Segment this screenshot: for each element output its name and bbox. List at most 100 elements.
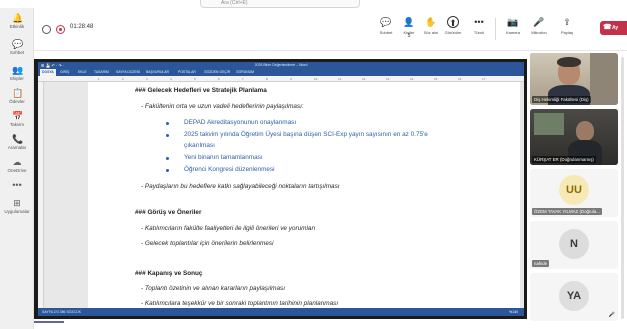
rail-item-label: Takvim [9, 122, 24, 127]
more-actions-button[interactable]: ••• Tümü [468, 16, 490, 35]
ruler-tick: 16 [458, 77, 462, 81]
tab-home[interactable]: GİRİŞ [60, 69, 69, 76]
ruler-tick: 9 [290, 77, 292, 81]
tab-design[interactable]: TASARIM [94, 69, 109, 76]
participant-name: nahide [532, 260, 550, 267]
paragraph: - Katılımcıların fakülte faaliyetleri il… [141, 225, 316, 232]
toolbar-divider [495, 18, 496, 40]
list-item: 2025 takvim yılında Öğretim Üyesi başına… [184, 131, 428, 138]
rail-item-calls[interactable]: 📞 Aramalar [0, 134, 34, 150]
ruler-tick: 1 [98, 77, 100, 81]
video-background [534, 113, 564, 135]
section-heading: ### Gelecek Hedefleri ve Stratejik Planl… [135, 87, 267, 94]
hand-icon: ✋ [425, 17, 437, 27]
activity-icon: 🔔 [12, 13, 24, 23]
list-item-continuation: çıkarılması [184, 142, 215, 149]
participant-tile[interactable]: UU ÖZEM TAVAK YILMAZ (Doğrula... [530, 169, 618, 217]
rail-item-label: Aramalar [7, 145, 27, 150]
ruler-tick: 2 [122, 77, 124, 81]
leave-button-label: Ay [612, 25, 619, 31]
tab-file[interactable]: DOSYA [40, 69, 56, 76]
word-document-title: 2025 Birim Değerlendirme – Word [254, 63, 308, 67]
chat-icon: 💬 [380, 17, 392, 27]
rail-item-label: Ödevler [9, 99, 25, 104]
paragraph: - Gelecek toplantılar için önerilerin be… [141, 240, 274, 247]
rail-item-chat[interactable]: 💬 Sohbet [0, 39, 34, 55]
rail-item-label: Ekipler [10, 76, 24, 81]
zoom-level[interactable]: %140 [509, 308, 518, 316]
participant-tile[interactable]: KÜRŞAT ER (Doğrulanmamış) [530, 109, 618, 165]
ruler-tick: 4 [170, 77, 172, 81]
tab-references[interactable]: BAŞVURULAR [146, 69, 169, 76]
assignments-icon: 📋 [12, 88, 24, 98]
participant-name: ÖZEM TAVAK YILMAZ (Doğrula... [532, 208, 602, 215]
ruler-tick: 8 [266, 77, 268, 81]
tiles-scrollbar[interactable] [621, 57, 624, 319]
avatar: UU [559, 175, 589, 205]
leave-button[interactable]: Ay [600, 21, 627, 35]
search-input[interactable]: Ara (Ctrl+E) [221, 0, 248, 6]
tab-insert[interactable]: EKLE [78, 69, 87, 76]
document-page[interactable]: ### Gelecek Hedefleri ve Stratejik Planl… [88, 82, 520, 308]
calendar-icon: 📅 [12, 111, 24, 121]
meeting-timer: 01:28:48 [70, 24, 94, 30]
chat-button[interactable]: 💬 Sohbet [375, 16, 397, 35]
chat-icon: 💬 [12, 39, 24, 49]
microphone-button[interactable]: 🎤 Mikrofon [528, 16, 550, 35]
tab-review[interactable]: GÖZDEN GEÇİR [204, 69, 230, 76]
word-status-text: SAYFA 2/3 386 SÖZCÜK [42, 310, 82, 314]
search-bar[interactable]: Ara (Ctrl+E) [200, 0, 360, 8]
paragraph: - Katılımcılara teşekkür ve bir sonraki … [141, 300, 339, 307]
rail-item-teams[interactable]: 👥 Ekipler [0, 65, 34, 81]
participant-tile[interactable]: YA 🎤 [530, 273, 618, 321]
more-icon: ••• [12, 180, 22, 190]
bullet-icon [166, 122, 169, 125]
participant-name: Diş Hekimliği Fakültesi (Diş) [532, 96, 591, 103]
section-heading: ### Kapanış ve Sonuç [135, 270, 203, 277]
ruler-tick: 17 [482, 77, 486, 81]
rail-item-more[interactable]: ••• [0, 180, 34, 191]
onedrive-icon: ☁ [12, 157, 22, 167]
teams-icon: 👥 [12, 65, 24, 75]
more-icon: ••• [474, 17, 484, 27]
ruler-tick: 11 [338, 77, 342, 81]
share-screen-icon: ⇪ [563, 17, 571, 27]
participant-video [557, 57, 581, 67]
quick-access-toolbar[interactable]: ⊞ 💾 ↶ · ↷ · [41, 62, 64, 69]
word-status-bar: SAYFA 2/3 386 SÖZCÜK %140 [38, 308, 524, 316]
vertical-ruler [38, 82, 44, 308]
tab-view[interactable]: GÖRÜNÜM [236, 69, 254, 76]
rail-item-assignments[interactable]: 📋 Ödevler [0, 88, 34, 104]
tab-layout[interactable]: SAYFA DÜZENİ [116, 69, 140, 76]
participant-video [576, 121, 594, 141]
ruler-tick: 10 [314, 77, 318, 81]
rail-item-label: OneDrive [7, 168, 27, 173]
ruler-tick: 12 [362, 77, 366, 81]
rail-item-apps[interactable]: ⊞ Uygulamalar [0, 198, 34, 214]
list-item: Yeni binanın tamamlanması [184, 154, 263, 161]
share-screen-button[interactable]: ⇪ Paylaş [556, 16, 578, 35]
section-heading: ### Görüş ve Öneriler [135, 209, 202, 216]
raise-hand-button[interactable]: ✋ Söz alın [420, 16, 442, 35]
rail-item-onedrive[interactable]: ☁ OneDrive [0, 157, 34, 173]
participant-name: KÜRŞAT ER (Doğrulanmamış) [532, 156, 596, 163]
paragraph: - Fakültenin orta ve uzun vadeli hedefle… [141, 103, 304, 110]
shield-icon [42, 25, 51, 34]
meeting-toolbar: 01:28:48 💬 Sohbet 👤5 Kişiler ✋ Söz alın … [34, 8, 627, 51]
people-button[interactable]: 👤5 Kişiler [398, 16, 420, 39]
tab-mailings[interactable]: POSTALAR [178, 69, 196, 76]
share-screen-label: Paylaş [560, 30, 573, 35]
rail-item-activity[interactable]: 🔔 Etkinlik [0, 13, 34, 29]
bullet-icon [166, 134, 169, 137]
apps-icon: ⊞ [13, 198, 21, 208]
paragraph: - Toplantı özetinin ve alınan kararların… [141, 285, 285, 292]
rail-item-label: Uygulamalar [4, 209, 30, 214]
view-button[interactable]: ⬆ Görünüm [442, 16, 464, 35]
participant-tile[interactable]: N nahide [530, 221, 618, 269]
camera-button[interactable]: 📷 Kamera [502, 16, 524, 35]
ruler-tick: 5 [194, 77, 196, 81]
ruler-tick: 15 [434, 77, 438, 81]
people-icon: 👤5 [403, 17, 415, 39]
participant-tile[interactable]: Diş Hekimliği Fakültesi (Diş) [530, 53, 618, 105]
rail-item-calendar[interactable]: 📅 Takvim [0, 111, 34, 127]
